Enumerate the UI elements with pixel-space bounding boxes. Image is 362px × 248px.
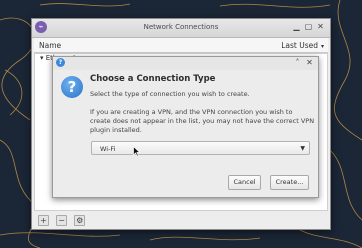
remove-connection-button[interactable]: − bbox=[56, 215, 68, 226]
dropdown-arrow-icon: ▼ bbox=[300, 145, 305, 152]
dialog-subtitle: Select the type of connection you wish t… bbox=[90, 90, 250, 98]
create-button[interactable]: Create... bbox=[270, 175, 309, 190]
connection-type-dialog: ? ˄ ✕ ? Choose a Connection Type Select … bbox=[52, 56, 319, 198]
vpn-plugin-note: If you are creating a VPN, and the VPN c… bbox=[90, 108, 315, 134]
sort-chevron-icon: ▾ bbox=[320, 43, 324, 50]
minimize-icon[interactable]: ▁ bbox=[292, 22, 301, 32]
dialog-heading: Choose a Connection Type bbox=[90, 74, 216, 84]
column-header-last-used[interactable]: Last Used ▾ bbox=[281, 41, 324, 50]
cancel-button[interactable]: Cancel bbox=[228, 175, 261, 190]
close-icon[interactable]: ✕ bbox=[316, 22, 325, 32]
selected-connection-type: Wi-Fi bbox=[100, 145, 116, 153]
last-used-label: Last Used bbox=[281, 41, 318, 50]
connection-toolbar: + − ⚙ bbox=[38, 215, 87, 226]
connection-type-select[interactable]: Wi-Fi ▼ bbox=[91, 141, 310, 155]
gear-icon[interactable]: ⚙ bbox=[74, 215, 86, 226]
window-title: Network Connections bbox=[143, 23, 219, 31]
chevron-up-icon[interactable]: ˄ bbox=[293, 58, 302, 68]
list-header: Name Last Used ▾ bbox=[34, 38, 328, 53]
dialog-titlebar[interactable]: ? ˄ ✕ bbox=[53, 57, 318, 70]
window-titlebar[interactable]: ⌁ Network Connections ▁ ▢ ✕ bbox=[32, 19, 330, 38]
question-icon: ? bbox=[61, 76, 83, 98]
maximize-icon[interactable]: ▢ bbox=[304, 22, 313, 32]
close-icon[interactable]: ✕ bbox=[305, 58, 314, 68]
mouse-pointer-icon bbox=[133, 146, 141, 157]
column-header-name[interactable]: Name bbox=[39, 41, 61, 50]
dialog-question-icon: ? bbox=[56, 58, 65, 67]
add-connection-button[interactable]: + bbox=[38, 215, 49, 226]
